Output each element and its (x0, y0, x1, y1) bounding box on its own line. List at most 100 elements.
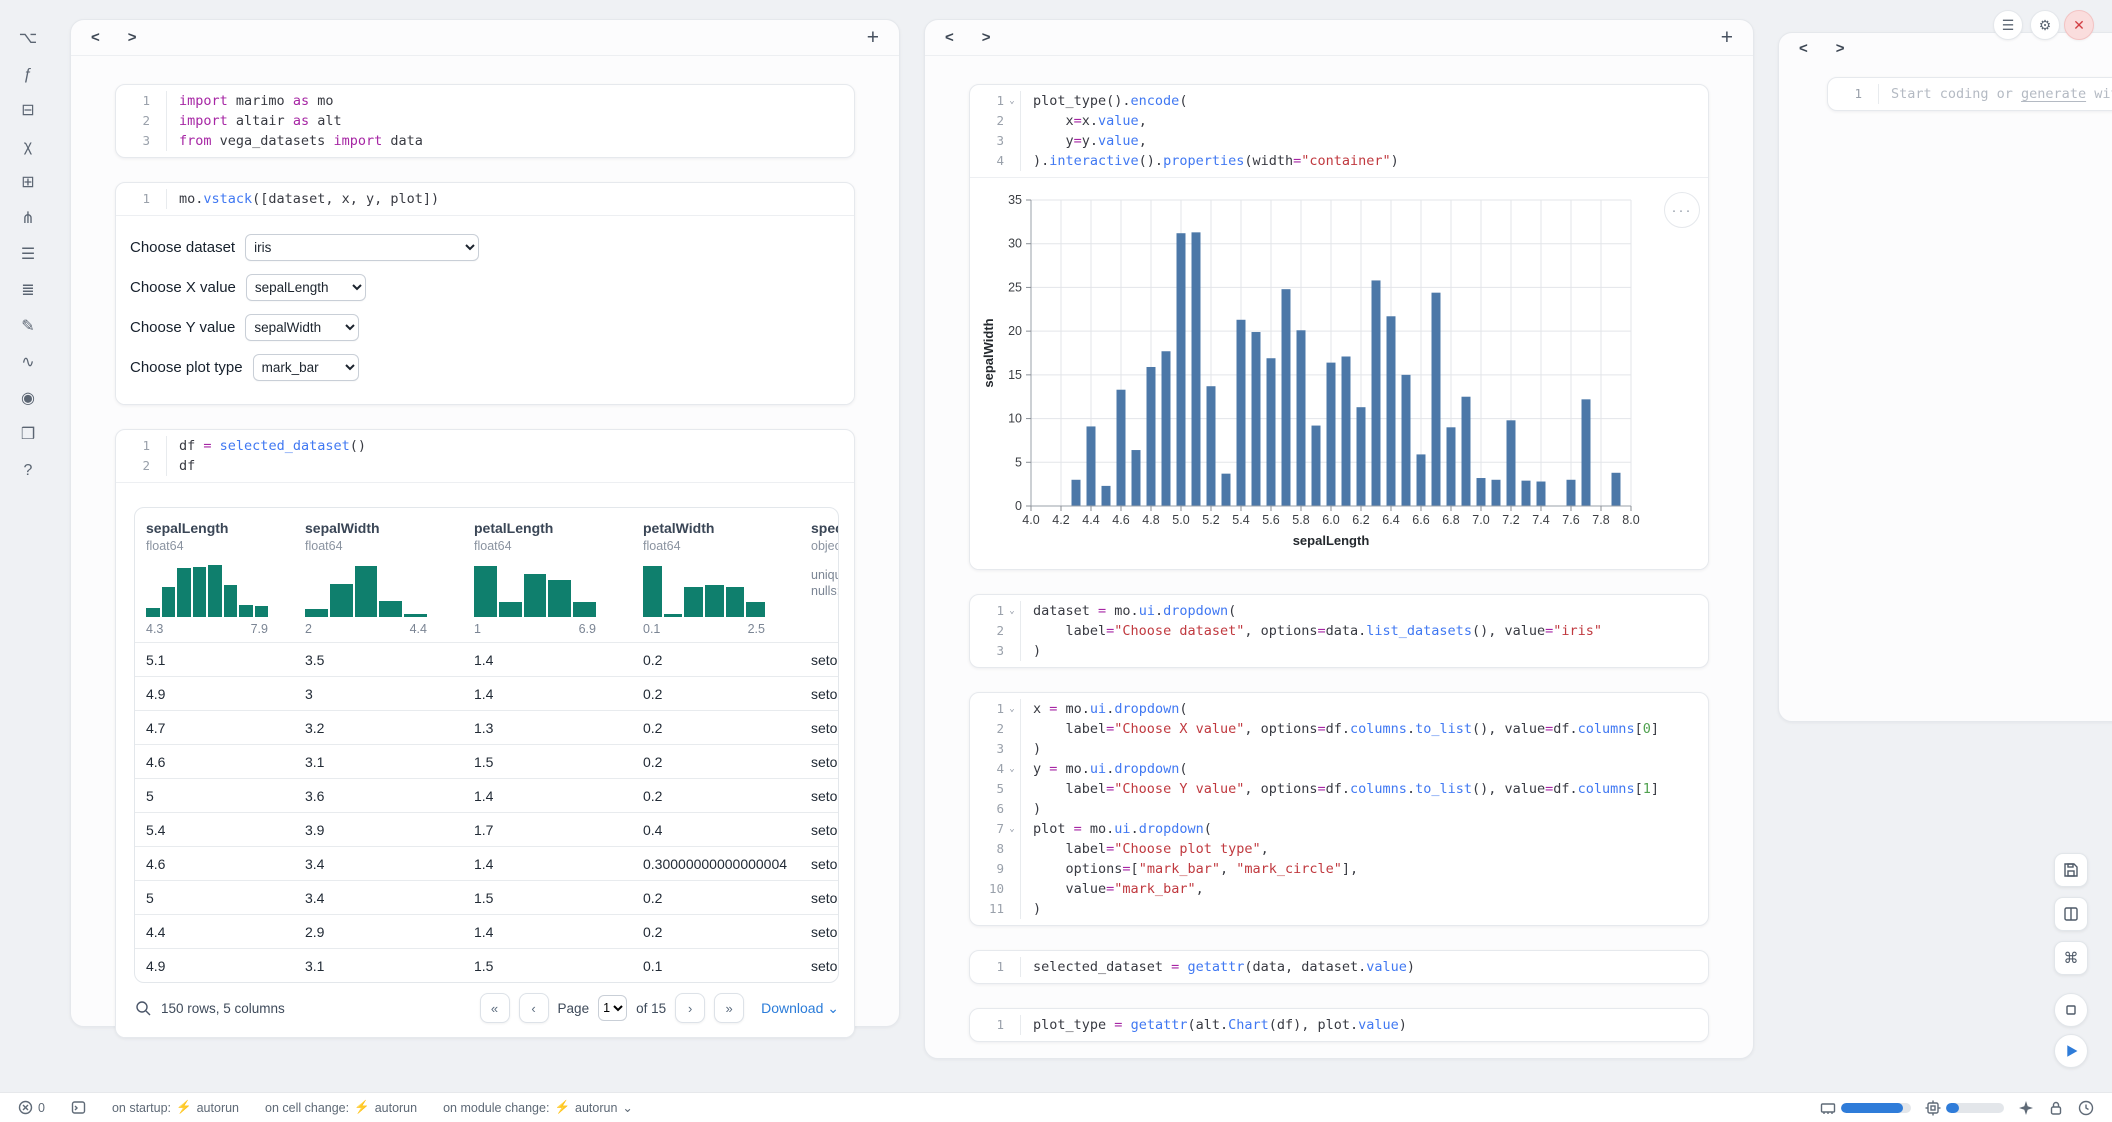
table-row[interactable]: 4.42.91.40.2setosa (135, 914, 838, 948)
functions-icon[interactable]: ƒ (16, 64, 40, 86)
dropdown-label: Choose dataset (130, 239, 235, 256)
save-button[interactable] (2054, 853, 2088, 887)
panel-forward-icon[interactable]: > (982, 29, 991, 46)
download-button[interactable]: Download ⌄ (761, 1000, 839, 1017)
code-line: 1df = selected_dataset() (116, 436, 854, 456)
code-editor[interactable]: 1Start coding or generate with AI (1828, 78, 2112, 110)
table-row[interactable]: 53.61.40.2setosa (135, 778, 838, 812)
settings-button[interactable]: ⚙ (2030, 10, 2060, 40)
fold-icon[interactable]: ⌄ (1004, 819, 1020, 839)
table-row[interactable]: 4.63.41.40.30000000000000004setosa (135, 846, 838, 880)
search-icon[interactable] (134, 999, 152, 1017)
panel-forward-icon[interactable]: > (128, 29, 137, 46)
dependencies-icon[interactable]: ⋔ (16, 208, 40, 230)
fold-icon[interactable]: ⌄ (1004, 91, 1020, 111)
fold-icon[interactable]: ⌄ (1004, 601, 1020, 621)
line-number: 1 (970, 1015, 1004, 1035)
histogram-bar (404, 614, 427, 617)
table-cell: setosa (800, 890, 838, 906)
run-all-button[interactable] (2054, 1034, 2088, 1068)
generate-link[interactable]: generate (2021, 86, 2086, 102)
console-button[interactable] (71, 1100, 86, 1115)
autorun-setting-1[interactable]: on cell change:⚡autorun (265, 1100, 417, 1115)
table-column-header[interactable]: sepalWidthfloat6424.4 (294, 520, 463, 636)
table-row[interactable]: 4.73.21.30.2setosa (135, 710, 838, 744)
keyboard-shortcuts-button[interactable]: ⌘ (2054, 941, 2088, 975)
table-cell: 1.4 (463, 652, 632, 668)
table-column-header[interactable]: petalWidthfloat640.12.5 (632, 520, 800, 636)
outline-icon[interactable]: ☰ (16, 244, 40, 266)
next-page-button[interactable]: › (675, 993, 705, 1023)
code-text: x = mo.ui.dropdown( (1020, 699, 1188, 719)
cpu-usage[interactable] (1925, 1100, 2004, 1116)
code-cell: 1⌄plot_type().encode(2 x=x.value,3 y=y.v… (969, 84, 1709, 570)
tracing-icon[interactable]: ◉ (16, 388, 40, 410)
add-cell-button[interactable]: + (867, 28, 879, 48)
column-range: 16.9 (474, 622, 596, 636)
panel-back-icon[interactable]: < (1799, 40, 1808, 57)
panel-back-icon[interactable]: < (91, 29, 100, 46)
interrupt-button[interactable] (2054, 993, 2088, 1027)
code-line: 2 label="Choose dataset", options=data.l… (970, 621, 1708, 641)
documentation-icon[interactable]: ≣ (16, 280, 40, 302)
layout-columns-button[interactable] (2054, 897, 2088, 931)
add-cell-button[interactable]: + (1721, 28, 1733, 48)
table-row[interactable]: 4.931.40.2setosa (135, 676, 838, 710)
fold-icon[interactable]: ⌄ (1004, 699, 1020, 719)
table-row[interactable]: 5.43.91.70.4setosa (135, 812, 838, 846)
file-tree-icon[interactable]: ⌥ (16, 28, 40, 50)
autorun-setting-2[interactable]: on module change:⚡autorun⌄ (443, 1100, 633, 1115)
line-number: 11 (970, 899, 1004, 919)
errors-indicator[interactable]: 0 (18, 1100, 45, 1115)
line-number: 3 (116, 131, 150, 151)
dropdown-select[interactable]: sepalLength (246, 274, 366, 301)
help-icon[interactable]: ? (16, 460, 40, 482)
code-editor[interactable]: 1⌄plot_type().encode(2 x=x.value,3 y=y.v… (970, 85, 1708, 177)
table-column-header[interactable]: sepalLengthfloat644.37.9 (135, 520, 294, 636)
table-row[interactable]: 4.93.11.50.1setosa (135, 948, 838, 982)
last-page-button[interactable]: » (714, 993, 744, 1023)
help-clock-button[interactable] (2078, 1100, 2094, 1116)
memory-usage[interactable] (1820, 1100, 1911, 1116)
code-editor[interactable]: 1df = selected_dataset()2df (116, 430, 854, 482)
dropdown-select[interactable]: iris (245, 234, 479, 261)
panel-back-icon[interactable]: < (945, 29, 954, 46)
table-cell: 1.4 (463, 686, 632, 702)
code-line: 4⌄y = mo.ui.dropdown( (970, 759, 1708, 779)
notebook-menu-button[interactable]: ☰ (1993, 10, 2023, 40)
autorun-setting-0[interactable]: on startup:⚡autorun (112, 1100, 239, 1115)
table-cell: 4.4 (135, 924, 294, 940)
ai-assistant-button[interactable] (2018, 1100, 2034, 1116)
prev-page-button[interactable]: ‹ (519, 993, 549, 1023)
datasets-icon[interactable]: ⊟ (16, 100, 40, 122)
code-editor[interactable]: 1plot_type = getattr(alt.Chart(df), plot… (970, 1009, 1708, 1041)
shutdown-button[interactable]: ✕ (2064, 10, 2094, 40)
snippets-icon[interactable]: ✎ (16, 316, 40, 338)
table-column-header[interactable]: speciesobjectuniquenulls: (800, 520, 838, 636)
table-cell: setosa (800, 754, 838, 770)
code-editor[interactable]: 1⌄x = mo.ui.dropdown(2 label="Choose X v… (970, 693, 1708, 925)
dropdown-select[interactable]: sepalWidth (245, 314, 359, 341)
code-editor[interactable]: 1import marimo as mo2import altair as al… (116, 85, 854, 157)
dropdown-select[interactable]: mark_bar (253, 354, 359, 381)
logs-icon[interactable]: ∿ (16, 352, 40, 374)
lock-button[interactable] (2048, 1100, 2064, 1116)
page-select[interactable]: 1 (598, 995, 627, 1021)
column-name: petalWidth (643, 520, 800, 536)
table-row[interactable]: 5.13.51.40.2setosa (135, 642, 838, 676)
table-row[interactable]: 4.63.11.50.2setosa (135, 744, 838, 778)
altair-bar-chart[interactable]: 051015202530354.04.24.44.64.85.05.25.45.… (970, 178, 1709, 569)
variables-icon[interactable]: χ (16, 136, 40, 158)
panel-forward-icon[interactable]: > (1836, 40, 1845, 57)
packages-icon[interactable]: ⊞ (16, 172, 40, 194)
code-editor[interactable]: 1mo.vstack([dataset, x, y, plot]) (116, 183, 854, 215)
chart-menu-button[interactable]: ··· (1664, 192, 1700, 228)
table-column-header[interactable]: petalLengthfloat6416.9 (463, 520, 632, 636)
scratchpad-icon[interactable]: ❒ (16, 424, 40, 446)
column-histogram (305, 563, 427, 617)
code-editor[interactable]: 1⌄dataset = mo.ui.dropdown(2 label="Choo… (970, 595, 1708, 667)
fold-icon[interactable]: ⌄ (1004, 759, 1020, 779)
first-page-button[interactable]: « (480, 993, 510, 1023)
code-editor[interactable]: 1selected_dataset = getattr(data, datase… (970, 951, 1708, 983)
table-row[interactable]: 53.41.50.2setosa (135, 880, 838, 914)
